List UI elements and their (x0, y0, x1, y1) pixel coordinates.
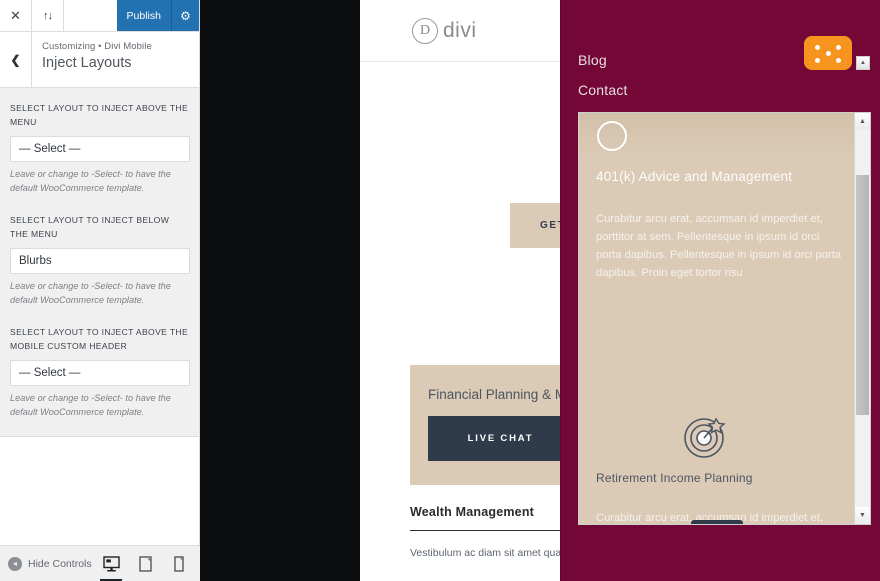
blurb-retirement: Retirement Income Planning Curabitur arc… (579, 413, 855, 524)
divi-logo[interactable]: D divi (412, 17, 477, 44)
breadcrumb-text: Customizing • Divi Mobile Inject Layouts (32, 32, 152, 87)
injected-layout-scroll-region: $ 401(k) Advice and Management Curabitur… (578, 112, 871, 525)
publish-button[interactable]: Publish (116, 0, 171, 31)
customizer-sidebar: ✕ ↑↓ Publish ⚙ ❮ Customizing • Divi Mobi… (0, 0, 200, 581)
blurbs-container: $ 401(k) Advice and Management Curabitur… (579, 113, 855, 524)
field-label: SELECT LAYOUT TO INJECT BELOW THE MENU (10, 215, 170, 239)
customizer-header: ✕ ↑↓ Publish ⚙ (0, 0, 199, 32)
breadcrumb: ❮ Customizing • Divi Mobile Inject Layou… (0, 32, 199, 88)
hide-controls-button[interactable]: ◂ Hide Controls (0, 556, 92, 571)
scrollbar-thumb[interactable] (856, 175, 869, 415)
device-desktop-button[interactable] (100, 555, 122, 581)
device-mobile-button[interactable] (168, 555, 190, 572)
menu-item-contact[interactable]: Contact (578, 82, 628, 98)
mobile-menu-overlay: Blog Contact $ 401(k) Advice and Managem… (560, 0, 880, 581)
page-title: Inject Layouts (42, 55, 132, 71)
dots-badge[interactable] (804, 36, 852, 70)
sort-updown-icon[interactable]: ↑↓ (32, 0, 64, 31)
badge-dot (836, 45, 841, 50)
outer-scrollbar-up-arrow[interactable]: ▲ (856, 56, 870, 70)
screenshot-root: ✕ ↑↓ Publish ⚙ ❮ Customizing • Divi Mobi… (0, 0, 880, 581)
field-label: SELECT LAYOUT TO INJECT ABOVE THE MOBILE… (10, 327, 189, 351)
field-above-mobile-header: SELECT LAYOUT TO INJECT ABOVE THE MOBILE… (10, 326, 190, 419)
hide-controls-label: Hide Controls (28, 557, 92, 570)
select-above-mobile-header[interactable]: — Select — (10, 359, 190, 386)
blurb-title: 401(k) Advice and Management (596, 169, 793, 184)
device-tablet-button[interactable] (134, 555, 156, 572)
field-help: Leave or change to -Select- to have the … (10, 280, 171, 305)
target-icon (684, 417, 726, 458)
breadcrumb-path: Customizing • Divi Mobile (42, 41, 152, 52)
blurb-401k: 401(k) Advice and Management Curabitur a… (579, 169, 855, 283)
select-below-menu[interactable]: Blurbs (10, 247, 190, 274)
field-above-menu: SELECT LAYOUT TO INJECT ABOVE THE MENU —… (10, 102, 190, 195)
scrollbar-down-arrow[interactable]: ▼ (855, 507, 870, 524)
customizer-footer: ◂ Hide Controls (0, 545, 200, 581)
field-label: SELECT LAYOUT TO INJECT ABOVE THE MENU (10, 103, 189, 127)
inner-scrollbar[interactable]: ▲ ▼ (854, 113, 870, 524)
field-help: Leave or change to -Select- to have the … (10, 168, 171, 193)
mobile-icon (174, 555, 184, 572)
badge-dot (815, 58, 820, 63)
tablet-icon (138, 555, 152, 572)
header-spacer (64, 0, 117, 31)
close-icon[interactable]: ✕ (0, 0, 32, 31)
field-help: Leave or change to -Select- to have the … (10, 392, 171, 417)
select-above-menu[interactable]: — Select — (10, 135, 190, 162)
divi-logo-mark: D (412, 17, 438, 44)
device-switcher (100, 555, 200, 581)
blurb-text: Curabitur arcu erat, accumsan id imperdi… (596, 213, 842, 280)
partially-visible-button[interactable] (691, 520, 743, 524)
chevron-left-icon[interactable]: ❮ (0, 32, 32, 87)
customizer-fields: SELECT LAYOUT TO INJECT ABOVE THE MENU —… (0, 88, 199, 436)
dollar-coin-icon: $ (597, 121, 627, 151)
live-chat-button[interactable]: LIVE CHAT (428, 416, 573, 461)
arrow-left-circle-icon: ◂ (8, 556, 22, 571)
desktop-icon (102, 555, 120, 571)
blurb-title: Retirement Income Planning (596, 471, 753, 485)
divi-logo-text: divi (443, 18, 477, 42)
badge-dot (836, 58, 841, 63)
badge-dot (815, 45, 820, 50)
scrollbar-up-arrow[interactable]: ▲ (855, 113, 870, 130)
badge-dot (825, 50, 831, 56)
gear-icon[interactable]: ⚙ (171, 0, 199, 31)
menu-item-blog[interactable]: Blog (578, 52, 628, 68)
mobile-menu: Blog Contact (578, 52, 628, 112)
field-below-menu: SELECT LAYOUT TO INJECT BELOW THE MENU B… (10, 214, 190, 307)
